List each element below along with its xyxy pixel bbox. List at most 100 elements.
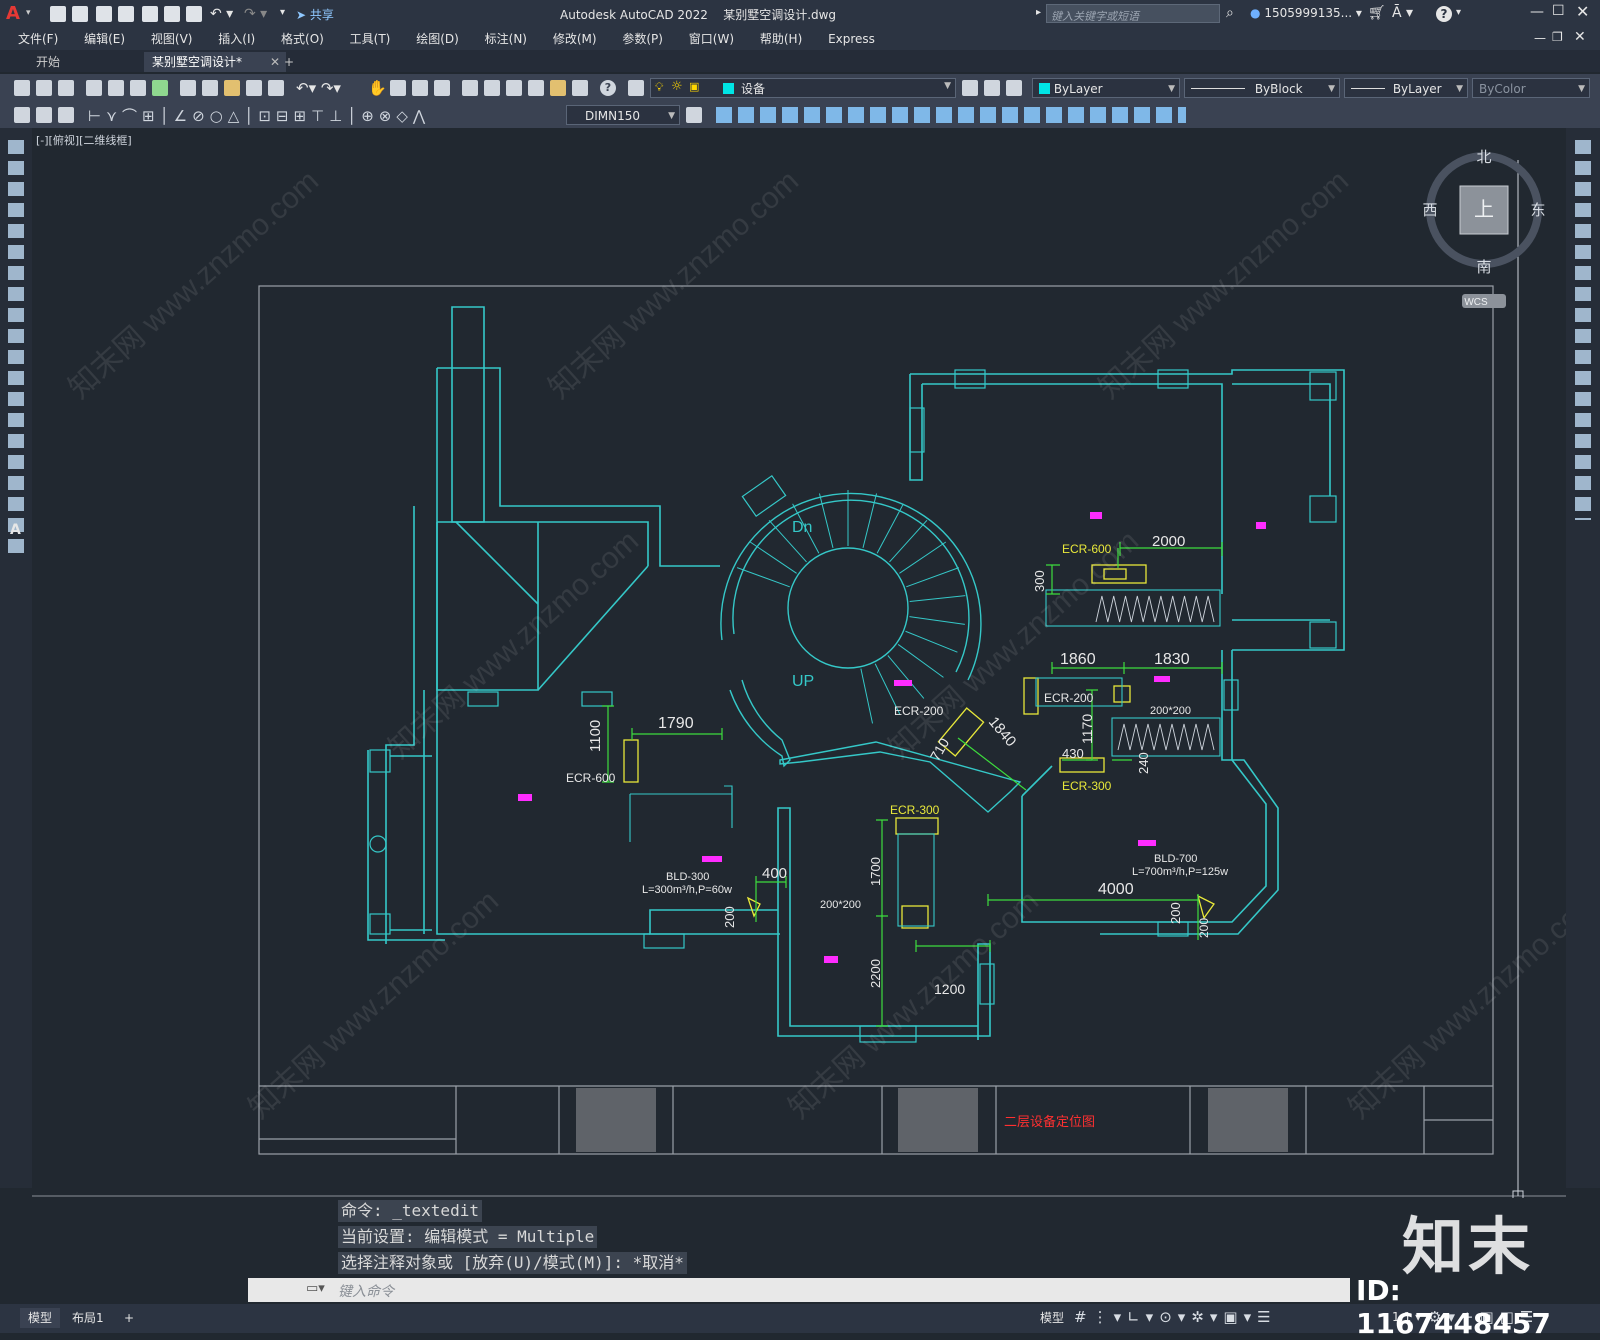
tb-layer-state-icon[interactable] (1006, 80, 1022, 96)
tb-markup-icon[interactable] (550, 80, 566, 96)
help-dropdown-icon[interactable]: ▾ (1456, 7, 1461, 18)
doc-restore-icon[interactable]: ❐ (1552, 30, 1563, 44)
menu-tools[interactable]: 工具(T) (350, 28, 391, 50)
command-input[interactable]: ▭▾ 键入命令 (248, 1278, 1350, 1302)
lineweight-dropdown[interactable]: ByLayer ▼ (1344, 78, 1468, 98)
tb-matchprop-icon[interactable] (246, 80, 262, 96)
tb-zoom-previous-icon[interactable] (434, 80, 450, 96)
command-recent-icon[interactable]: ▭▾ (306, 1281, 325, 1296)
floor-plan-drawing[interactable]: Dn UP ECR-600 ECR-600 ECR-200 ECR-200 EC… (32, 128, 1566, 1198)
tb-toolpalettes-icon[interactable] (506, 80, 522, 96)
compass-north[interactable]: 北 (1476, 149, 1491, 166)
tb-sheetset-icon[interactable] (528, 80, 544, 96)
stair-tread (749, 541, 797, 574)
user-account[interactable]: ● 1505999135... ▾ (1250, 6, 1362, 20)
menu-view[interactable]: 视图(V) (151, 28, 193, 50)
minimize-icon[interactable]: — (1530, 4, 1544, 20)
modify-tool-icons[interactable] (1575, 140, 1591, 520)
doc-minimize-icon[interactable]: — (1534, 31, 1546, 45)
search-icon[interactable]: ⌕ (1226, 5, 1234, 21)
web-save-icon[interactable] (164, 6, 180, 22)
menu-parametric[interactable]: 参数(P) (622, 28, 663, 50)
tb-3ddwf-icon[interactable] (152, 80, 168, 96)
dimension-tools-icons[interactable]: ⊢⋎⌒⊞│∠⊘○△│⊡⊟⊞⊤⊥│⊕⊗◇⋀ (88, 105, 430, 126)
tb-help-icon[interactable]: ? (600, 80, 616, 96)
tb-layer-previous-icon[interactable] (984, 80, 1000, 96)
menu-draw[interactable]: 绘图(D) (416, 28, 459, 50)
tb-plot-icon[interactable] (86, 80, 102, 96)
tb-paste-icon[interactable] (224, 80, 240, 96)
save-icon[interactable] (96, 6, 112, 22)
menu-file[interactable]: 文件(F) (18, 28, 58, 50)
qa-dropdown-icon[interactable]: ▾ (280, 7, 285, 18)
stair-dn-label: Dn (792, 519, 812, 536)
modify-tools-icons[interactable] (716, 107, 1186, 123)
menu-help[interactable]: 帮助(H) (760, 28, 802, 50)
compass-east[interactable]: 东 (1530, 202, 1545, 219)
tab-start[interactable]: 开始 (28, 52, 68, 72)
maximize-icon[interactable]: ☐ (1552, 3, 1565, 19)
redo-icon[interactable]: ↷ ▾ (244, 6, 267, 22)
color-dropdown[interactable]: ByLayer ▼ (1032, 78, 1180, 98)
compass-south[interactable]: 南 (1476, 259, 1491, 276)
tb-copy-icon[interactable] (202, 80, 218, 96)
new-tab-button[interactable]: + (276, 52, 302, 72)
cart-icon[interactable]: 🛒︎ (1368, 5, 1386, 21)
compass-west[interactable]: 西 (1422, 202, 1437, 219)
draw-tool-icons[interactable] (8, 140, 24, 560)
menu-modify[interactable]: 修改(M) (553, 28, 597, 50)
tb-open-icon[interactable] (36, 80, 52, 96)
autocad-logo-icon[interactable]: A (6, 4, 24, 24)
help-button[interactable]: ? (1436, 6, 1452, 22)
undo-icon[interactable]: ↶ ▾ (210, 6, 233, 22)
tb-pan-icon[interactable]: ✋ (368, 79, 387, 97)
dimstyle-dropdown[interactable]: DIMN150 ▼ (566, 105, 680, 125)
tb-zoom-window-icon[interactable] (412, 80, 428, 96)
tb-calculator-icon[interactable] (572, 80, 588, 96)
app-menu-arrow-icon[interactable]: ▾ (26, 8, 31, 18)
tb-save-icon[interactable] (58, 80, 74, 96)
tb-make-current-icon[interactable] (962, 80, 978, 96)
doc-close-icon[interactable]: ✕ (1574, 29, 1586, 45)
tb-block-icon[interactable] (268, 80, 284, 96)
tab-layout1[interactable]: 布局1 (64, 1308, 112, 1328)
tb-publish-icon[interactable] (130, 80, 146, 96)
tb-new-icon[interactable] (14, 80, 30, 96)
menu-window[interactable]: 窗口(W) (689, 28, 734, 50)
autodesk-a360-icon[interactable]: Ā ▾ (1392, 5, 1413, 21)
search-input[interactable]: 键入关键字或短语 (1046, 4, 1220, 23)
status-tool-icons[interactable]: #⋮▾∟▾⊙▾✲▾▣▾☰ (1074, 1308, 1277, 1326)
menu-insert[interactable]: 插入(I) (218, 28, 255, 50)
menu-format[interactable]: 格式(O) (281, 28, 324, 50)
tab-document[interactable]: 某别墅空调设计* ✕ (144, 52, 286, 72)
plotstyle-dropdown[interactable]: ByColor ▼ (1472, 78, 1590, 98)
share-button[interactable]: ➤ 共享 (296, 6, 334, 23)
model-space-button[interactable]: 模型 (1032, 1308, 1072, 1328)
close-icon[interactable]: ✕ (1576, 2, 1589, 21)
text-tool-icon[interactable]: A (10, 522, 21, 538)
plot-icon[interactable] (186, 6, 202, 22)
new-file-icon[interactable] (50, 6, 66, 22)
save-as-icon[interactable] (118, 6, 134, 22)
tb-designcenter-icon[interactable] (484, 80, 500, 96)
search-expand-icon[interactable]: ▸ (1036, 7, 1041, 18)
layer-dropdown[interactable]: 💡︎ ☼ ▣ 设备 ▼ (650, 78, 956, 98)
menu-edit[interactable]: 编辑(E) (84, 28, 125, 50)
tb-dim-linear-icon[interactable] (14, 107, 30, 123)
tb-zoom-realtime-icon[interactable] (390, 80, 406, 96)
tb-cut-icon[interactable] (180, 80, 196, 96)
tb-preview-icon[interactable] (108, 80, 124, 96)
menu-express[interactable]: Express (828, 28, 875, 50)
web-open-icon[interactable] (142, 6, 158, 22)
menu-dimension[interactable]: 标注(N) (485, 28, 527, 50)
linetype-dropdown[interactable]: ByBlock ▼ (1184, 78, 1340, 98)
tb-dim-update-icon[interactable] (686, 107, 702, 123)
tab-model[interactable]: 模型 (20, 1308, 61, 1328)
tb-undo-icon[interactable]: ↶▾ ↷▾ (296, 79, 341, 97)
tb-dim-aligned-icon[interactable] (36, 107, 52, 123)
open-file-icon[interactable] (72, 6, 88, 22)
tb-layer-manager-icon[interactable] (628, 80, 644, 96)
tb-properties-icon[interactable] (462, 80, 478, 96)
add-layout-button[interactable]: + (116, 1308, 142, 1328)
tb-dim-arc-icon[interactable] (58, 107, 74, 123)
